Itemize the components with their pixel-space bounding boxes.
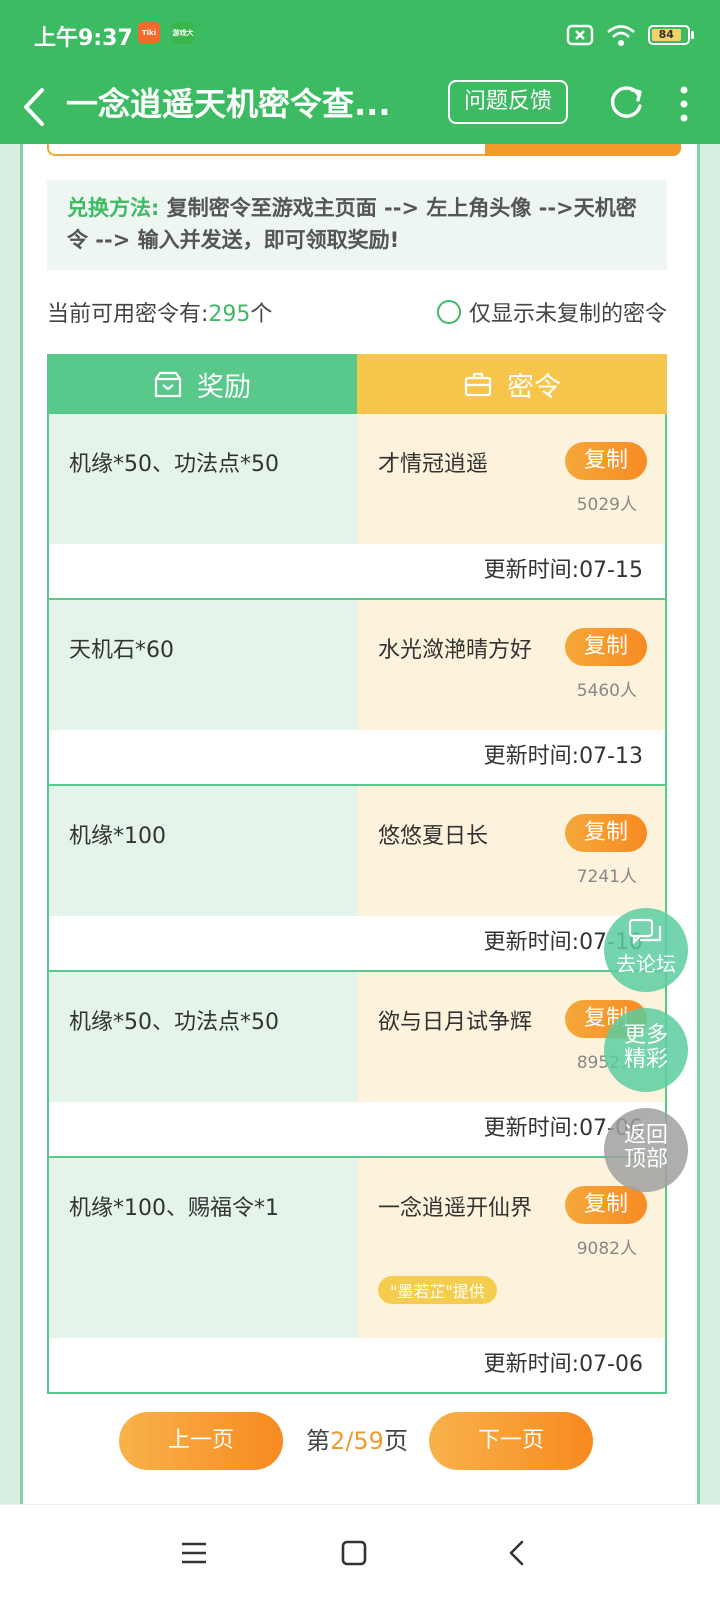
status-time: 上午9:37 (34, 26, 133, 51)
gift-box-icon (154, 371, 182, 398)
code-text: 水光潋滟晴方好 (378, 638, 533, 663)
home-square-icon[interactable] (336, 1535, 372, 1571)
reward-cell: 天机石*60 (49, 600, 358, 730)
filter-radio[interactable] (436, 300, 461, 324)
sim-x-icon (566, 24, 594, 46)
update-date: 07-06 (579, 1352, 643, 1377)
copy-count: 9082人 (576, 1239, 637, 1259)
code-cell: 悠悠夏日长 复制 7241人 (358, 786, 665, 916)
update-date: 07-13 (579, 744, 643, 769)
top-label-1: 返回 (623, 1123, 668, 1148)
code-cell: 一念逍遥开仙界 复制 9082人 "墨若芷"提供 (358, 1158, 665, 1338)
refresh-icon[interactable] (604, 82, 648, 126)
prev-page-button[interactable]: 上一页 (119, 1412, 283, 1470)
update-time: 更新时间:07-13 (49, 730, 665, 784)
table-row: 天机石*60 水光潋滟晴方好 复制 5460人 更新时间:07-13 (47, 600, 667, 786)
table-header: 奖励 密令 (47, 354, 667, 414)
notification-app-icon: Tiki (138, 22, 160, 44)
update-time: 更新时间:07-10 (49, 916, 665, 970)
app-header: 上午9:37 Tiki 游戏大玩 84 一念逍遥天机密令查... 问题反馈 (0, 0, 720, 144)
reward-cell: 机缘*100、赐福令*1 (49, 1158, 358, 1338)
instructions-label: 兑换方法: (67, 196, 160, 220)
filter-uncopied-toggle[interactable]: 仅显示未复制的密令 (436, 296, 667, 328)
search-button-edge[interactable] (485, 144, 681, 156)
code-cell: 才情冠逍遥 复制 5029人 (358, 414, 665, 544)
more-content-float-button[interactable]: 更多 精彩 (604, 1008, 688, 1092)
update-date: 07-15 (579, 558, 643, 583)
more-label-1: 更多 (623, 1023, 668, 1048)
update-time: 更新时间:07-15 (49, 544, 665, 598)
notification-game-icon: 游戏大玩 (172, 22, 194, 44)
back-arrow-icon[interactable] (20, 82, 48, 132)
code-text: 一念逍遥开仙界 (378, 1196, 533, 1221)
copy-count: 5460人 (576, 681, 637, 701)
top-label-2: 顶部 (623, 1147, 668, 1172)
battery-icon: 84 (648, 25, 694, 45)
briefcase-icon (464, 372, 492, 397)
update-time: 更新时间:07-06 (49, 1102, 665, 1156)
code-text: 欲与日月试争辉 (378, 1010, 533, 1035)
header-code-label: 密令 (507, 371, 561, 403)
copy-button[interactable]: 复制 (565, 1186, 647, 1224)
copy-button[interactable]: 复制 (565, 442, 647, 480)
copy-count: 7241人 (576, 867, 637, 887)
page-current: 2 (330, 1427, 346, 1455)
provider-badge: "墨若芷"提供 (378, 1276, 497, 1304)
table-row: 机缘*50、功法点*50 才情冠逍遥 复制 5029人 更新时间:07-15 (47, 414, 667, 600)
page-pre: 第 (306, 1427, 331, 1455)
reward-cell: 机缘*100 (49, 786, 358, 916)
more-options-icon[interactable] (672, 82, 696, 126)
header-reward: 奖励 (47, 354, 357, 414)
code-count: 当前可用密令有:295个 仅显示未复制的密令 (47, 296, 667, 332)
forum-float-button[interactable]: 去论坛 (604, 908, 688, 992)
code-cell: 水光潋滟晴方好 复制 5460人 (358, 600, 665, 730)
update-label: 更新时间: (483, 930, 580, 955)
page-title: 一念逍遥天机密令查... (66, 85, 391, 123)
copy-button[interactable]: 复制 (565, 814, 647, 852)
back-icon[interactable] (500, 1535, 536, 1571)
battery-level: 84 (652, 29, 681, 41)
next-page-button[interactable]: 下一页 (429, 1412, 593, 1470)
page-total: 59 (353, 1427, 384, 1455)
pagination: 上一页 第2/59页 下一页 (119, 1412, 595, 1472)
update-time: 更新时间:07-06 (49, 1338, 665, 1392)
codes-table: 奖励 密令 机缘*50、功法点*50 才情冠逍遥 复制 5029人 更新时间:0… (47, 354, 667, 1394)
system-nav-bar (0, 1504, 720, 1600)
chat-bubbles-icon (628, 918, 662, 945)
update-label: 更新时间: (483, 744, 580, 769)
forum-label: 去论坛 (616, 952, 676, 976)
update-label: 更新时间: (483, 1116, 580, 1141)
count-suffix: 个 (250, 302, 273, 327)
redeem-instructions: 兑换方法: 复制密令至游戏主页面 --> 左上角头像 -->天机密令 --> 输… (47, 180, 667, 270)
copy-count: 5029人 (576, 495, 637, 515)
menu-icon[interactable] (176, 1535, 212, 1571)
title-bar: 一念逍遥天机密令查... 问题反馈 (0, 70, 720, 144)
status-bar: 上午9:37 Tiki 游戏大玩 84 (0, 0, 720, 70)
update-label: 更新时间: (483, 1352, 580, 1377)
filter-label: 仅显示未复制的密令 (468, 302, 667, 327)
reward-cell: 机缘*50、功法点*50 (49, 972, 358, 1102)
copy-button[interactable]: 复制 (565, 628, 647, 666)
table-row: 机缘*50、功法点*50 欲与日月试争辉 复制 8952人 更新时间:07-06 (47, 972, 667, 1158)
header-code: 密令 (357, 354, 667, 414)
feedback-button[interactable]: 问题反馈 (448, 80, 568, 124)
table-row: 机缘*100 悠悠夏日长 复制 7241人 更新时间:07-10 (47, 786, 667, 972)
back-to-top-float-button[interactable]: 返回 顶部 (604, 1108, 688, 1192)
code-text: 悠悠夏日长 (378, 824, 489, 849)
wifi-icon (607, 25, 635, 46)
header-reward-label: 奖励 (197, 371, 251, 403)
more-label-2: 精彩 (623, 1047, 668, 1072)
update-label: 更新时间: (483, 558, 580, 583)
content-panel: 兑换方法: 复制密令至游戏主页面 --> 左上角头像 -->天机密令 --> 输… (20, 144, 700, 1504)
table-row: 机缘*100、赐福令*1 一念逍遥开仙界 复制 9082人 "墨若芷"提供 更新… (47, 1158, 667, 1394)
count-prefix: 当前可用密令有: (47, 302, 209, 327)
reward-cell: 机缘*50、功法点*50 (49, 414, 358, 544)
page-indicator: 第2/59页 (305, 1412, 409, 1470)
page-post: 页 (383, 1427, 408, 1455)
code-text: 才情冠逍遥 (378, 452, 489, 477)
count-number: 295 (208, 302, 251, 327)
